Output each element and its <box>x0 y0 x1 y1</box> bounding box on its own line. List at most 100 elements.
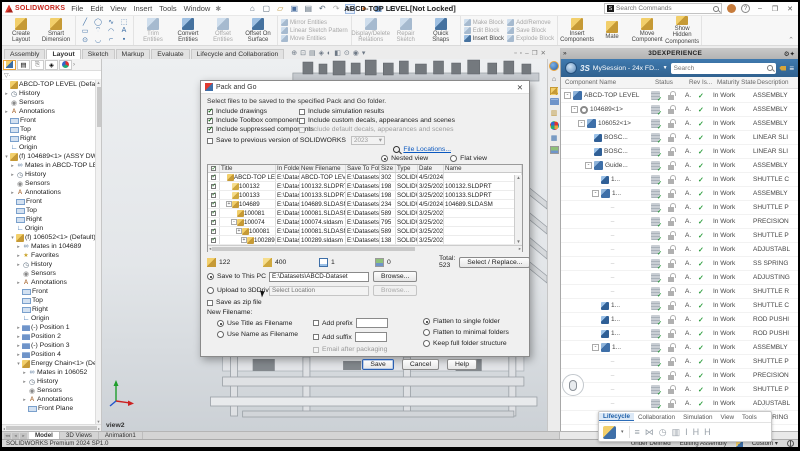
component-row[interactable]: A. ✓ In Work PRECISION <box>561 215 798 229</box>
sketch-tool-icon[interactable]: ▪ <box>118 35 130 44</box>
doc-tile-icon[interactable]: ▫ <box>514 50 516 57</box>
ribbon-big-button[interactable]: Offset On Surface <box>242 16 274 45</box>
tree-item[interactable]: Front <box>2 287 95 296</box>
row-checkbox[interactable] <box>211 193 216 198</box>
heads-up-icon[interactable]: ▤ <box>309 49 316 57</box>
panel-view-icon[interactable]: ▥ <box>672 427 681 438</box>
suffix-input[interactable] <box>355 332 387 342</box>
tree-item[interactable]: ▸ Position 2 <box>2 332 95 341</box>
ribbon-big-button[interactable]: Display/Delete Relations <box>355 16 387 45</box>
ribbon-big-button[interactable]: Move Component <box>631 16 663 45</box>
heads-up-icon[interactable]: ◐ <box>327 50 331 57</box>
doc-close-icon[interactable]: ✕ <box>541 49 546 57</box>
command-tab[interactable]: Lifecycle and Collaboration <box>191 49 285 59</box>
menu-item[interactable]: Tools <box>159 4 177 13</box>
restore-button[interactable]: ❐ <box>770 5 780 13</box>
tree-item[interactable]: Origin <box>2 224 95 233</box>
column-header[interactable]: Maturity State <box>717 79 757 86</box>
pack-table-row[interactable]: + 104689 E:\Datase 104689.SLDASM E:\Data… <box>208 200 522 209</box>
prefix-input[interactable] <box>356 318 388 328</box>
expand-box-icon[interactable] <box>599 358 606 365</box>
ribbon-big-button[interactable]: Offset Entities <box>207 16 239 45</box>
expand-box-icon[interactable] <box>599 386 606 393</box>
menu-icon[interactable]: ≡ <box>789 64 794 73</box>
ribbon-row-button[interactable]: Move Entities <box>281 35 348 42</box>
expand-box-icon[interactable] <box>599 400 606 407</box>
expand-box-icon[interactable]: - <box>592 344 599 351</box>
file-locations-link[interactable]: File Locations... <box>403 146 451 153</box>
sketch-tool-icon[interactable]: ⌐ <box>105 35 117 44</box>
close-button[interactable]: ✕ <box>785 5 795 13</box>
search-commands-input[interactable] <box>616 5 711 12</box>
help-icon[interactable]: ? <box>741 4 750 13</box>
component-row[interactable]: BOSC... A. ✓ In Work LINEAR SLI <box>561 131 798 145</box>
tree-item[interactable]: Sensors <box>2 386 95 395</box>
include-checkbox[interactable]: Include Toolbox components <box>207 117 295 124</box>
upload-location-input[interactable] <box>269 286 369 296</box>
heads-up-icon[interactable]: ⊕ <box>291 49 297 57</box>
measure-icon[interactable]: I <box>685 427 688 437</box>
save-path-input[interactable] <box>269 272 369 282</box>
scroll-thumb[interactable] <box>6 426 97 430</box>
tree-item[interactable]: Sensors <box>2 98 95 107</box>
ribbon-row-button[interactable]: Make Block <box>464 19 504 26</box>
browse-button-disabled[interactable]: Browse... <box>373 285 417 296</box>
ribbon-big-button[interactable]: Repair Sketch <box>390 16 422 45</box>
task-pane-icon[interactable] <box>550 146 559 154</box>
component-row[interactable]: - ABCD-TOP LEVEL A. ✓ In Work ASSEMBLY <box>561 89 798 103</box>
pack-table-row[interactable]: 100081 E:\Datase 100081.SLDASM E:\Datase… <box>208 209 522 218</box>
tree-item[interactable]: ▸ Annotations <box>2 278 95 287</box>
chevron-down-icon[interactable]: ▼ <box>663 65 668 71</box>
scroll-left-icon[interactable]: ◂ <box>12 433 19 439</box>
heads-up-icon[interactable]: ◧ <box>334 49 341 57</box>
quick-access-icon[interactable] <box>247 4 257 14</box>
component-row[interactable]: 1... A. ✓ In Work SHUTTLE C <box>561 173 798 187</box>
globe-icon[interactable] <box>787 440 794 447</box>
component-row[interactable]: 1... A. ✓ In Work ROD PUSHI <box>561 313 798 327</box>
tree-item[interactable]: ▸ History <box>2 170 95 179</box>
ribbon-row-button[interactable]: Linear Sketch Pattern <box>281 27 348 34</box>
tree-item[interactable]: ▸ Position 4 <box>2 350 95 359</box>
row-checkbox[interactable] <box>211 238 216 243</box>
table-horizontal-scrollbar[interactable]: ◂▸ <box>208 245 522 252</box>
sketch-tool-icon[interactable]: ⌔ <box>92 26 104 35</box>
scroll-left-icon[interactable]: ◂ <box>3 426 5 431</box>
row-checkbox[interactable] <box>211 175 216 180</box>
session-label[interactable]: MySession - 24x FD... <box>593 65 660 72</box>
scroll-left-icon[interactable]: ◂ <box>209 246 211 252</box>
menu-item[interactable]: Insert <box>133 4 152 13</box>
component-row[interactable]: A. ✓ In Work SHUTTLE P <box>561 201 798 215</box>
tree-item[interactable]: ▸ (-) Position 1 <box>2 323 95 332</box>
tabs-overflow-icon[interactable]: › <box>73 62 75 68</box>
search-commands-box[interactable]: S <box>604 3 722 14</box>
include-checkbox[interactable]: Include suppressed components <box>207 126 295 133</box>
branch-up-icon[interactable]: H <box>693 427 700 437</box>
menu-item[interactable]: View <box>110 4 126 13</box>
task-pane-icon[interactable] <box>550 121 559 130</box>
heads-up-icon[interactable]: ⊡ <box>300 49 306 57</box>
ribbon-row-button[interactable]: Explode Block <box>507 35 554 42</box>
save-to-pc-radio[interactable]: Save to This PC <box>207 273 265 280</box>
quick-access-icon[interactable] <box>317 4 327 14</box>
include-checkbox[interactable]: Include default decals, appearances and … <box>299 126 523 133</box>
tree-item[interactable]: ▸ Mates in 104689 <box>2 242 95 251</box>
ribbon-big-button[interactable]: Create Layout <box>5 16 37 45</box>
sketch-tool-icon[interactable]: ∿ <box>105 17 117 26</box>
view-mode-radio[interactable]: Nested view <box>381 155 428 162</box>
heads-up-icon[interactable]: ◈ <box>319 49 324 57</box>
doc-minimize-icon[interactable]: – <box>525 50 529 57</box>
quick-access-icon[interactable] <box>373 4 383 14</box>
doc-cascade-icon[interactable]: ▫ <box>520 50 522 57</box>
column-header[interactable]: Is... <box>702 79 717 86</box>
folder-structure-radio[interactable]: Flatten to minimal folders <box>423 329 523 336</box>
task-pane-icon[interactable] <box>549 74 559 84</box>
scroll-thumb[interactable] <box>97 87 101 127</box>
row-checkbox[interactable] <box>211 220 216 225</box>
revisions-icon[interactable]: ≡ <box>635 427 640 437</box>
tree-vertical-scrollbar[interactable]: ▲▼ <box>95 80 101 424</box>
command-tab[interactable]: Sketch <box>82 49 115 59</box>
column-header[interactable]: Type <box>396 165 418 172</box>
component-row[interactable]: - 1... A. ✓ In Work ASSEMBLY <box>561 187 798 201</box>
tree-item[interactable]: ▾ Energy Chain<1> (Defa <box>2 359 95 368</box>
tab-dimxpert-manager[interactable]: ◈ <box>45 60 58 70</box>
